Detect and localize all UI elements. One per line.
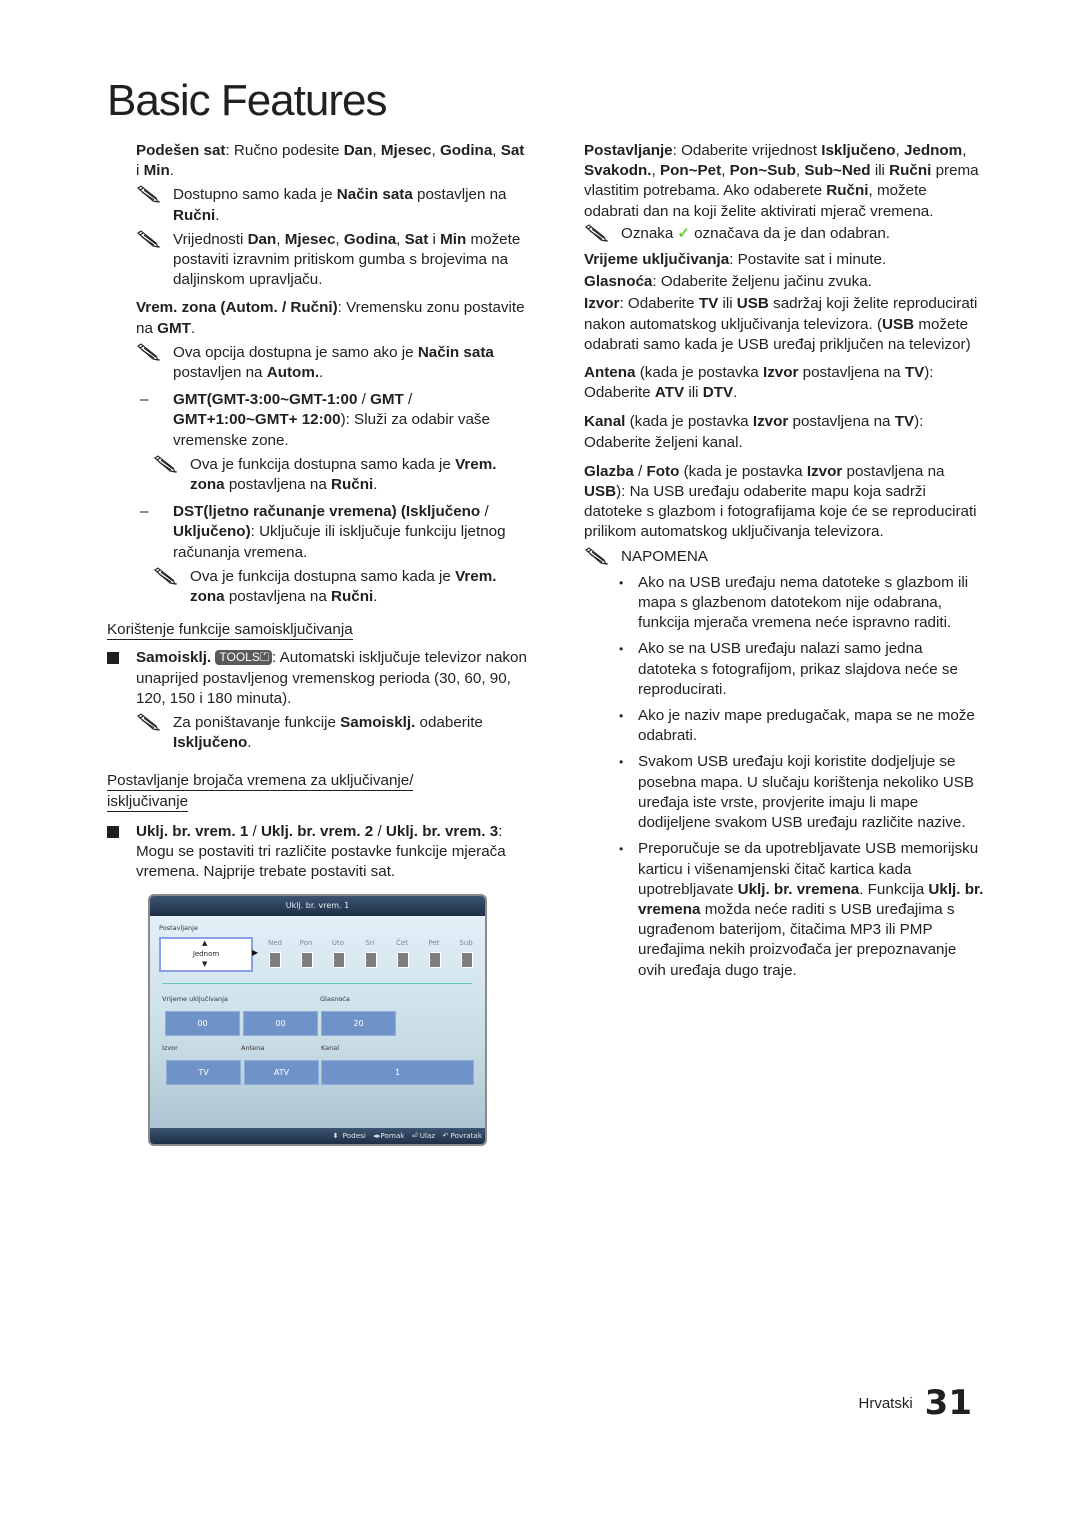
day-checkbox[interactable] <box>429 952 441 968</box>
page-title: Basic Features <box>107 76 387 125</box>
setup-spinner[interactable]: ▲ Jednom ▼ <box>159 937 253 972</box>
day-checkbox[interactable] <box>269 952 281 968</box>
note: Ova opcija dostupna je samo ako je Način… <box>107 343 527 383</box>
day-label: Uto <box>331 939 345 947</box>
screen-footer: ⬍ Podesi ◂▸Pomak ⏎ Ulaz ↶ Povratak <box>150 1128 485 1144</box>
section-heading-sleep-timer: Korištenje funkcije samoisključivanja <box>107 621 353 641</box>
bullet-icon: • <box>619 709 624 724</box>
minute-field[interactable]: 00 <box>243 1011 318 1036</box>
pencil-note-icon <box>153 567 179 585</box>
return-icon: ↶ <box>442 1131 449 1140</box>
note-list: • Ako na USB uređaju nema datoteke s glaz… <box>584 573 984 981</box>
antenna-label: Antena <box>241 1044 265 1052</box>
channel-field[interactable]: 1 <box>321 1060 474 1085</box>
volume-label: Glasnoća <box>320 995 350 1003</box>
paragraph-time-zone: Vrem. zona (Autom. / Ručni): Vremensku z… <box>136 299 525 337</box>
arrow-down-icon[interactable]: ▼ <box>202 960 207 968</box>
source-field[interactable]: TV <box>166 1060 241 1085</box>
pencil-note-icon <box>136 185 162 203</box>
sleep-timer-item: Samoisklj. TOOLS⏍: Automatski isključuje… <box>107 648 527 709</box>
screen-title: Uklj. br. vrem. 1 <box>150 896 485 916</box>
on-time-label: Vrijeme uključivanja <box>162 995 228 1003</box>
day-label: Ned <box>268 939 282 947</box>
left-column: Podešen sat: Ručno podesite Dan, Mjesec,… <box>107 141 527 883</box>
pencil-note-icon <box>136 713 162 731</box>
note-heading: NAPOMENA <box>584 547 984 567</box>
list-item: • Ako se na USB uređaju nalazi samo jedna… <box>619 640 958 698</box>
timer-settings-screen: Uklj. br. vrem. 1 Postavljanje ▲ Jednom … <box>148 894 487 1146</box>
day-checkbox[interactable] <box>397 952 409 968</box>
list-item: • Preporučuje se da upotrebljavate USB me… <box>619 840 984 979</box>
on-timer-item: Uklj. br. vrem. 1 / Uklj. br. vrem. 2 / … <box>107 822 527 883</box>
note: Vrijednosti Dan, Mjesec, Godina, Sat i M… <box>107 230 527 291</box>
note: Dostupno samo kada je Način sata postavl… <box>107 185 527 225</box>
paragraph-antenna: Antena (kada je postavka Izvor postavlje… <box>584 364 934 402</box>
note: Ova je funkcija dostupna samo kada je Vr… <box>107 567 527 607</box>
day-label: Pet <box>428 939 440 947</box>
bullet-icon: • <box>619 842 624 857</box>
day-label: Čet <box>396 939 408 947</box>
arrow-up-icon[interactable]: ▲ <box>202 939 207 947</box>
dash-item-dst: – DST(ljetno računanje vremena) (Isključ… <box>140 503 506 561</box>
list-item: • Ako na USB uređaju nema datoteke s glaz… <box>619 573 969 632</box>
antenna-field[interactable]: ATV <box>244 1060 319 1085</box>
note: Oznaka ✓ označava da je dan odabran. <box>584 224 984 244</box>
page-footer: Hrvatski 31 <box>859 1383 973 1423</box>
bullet-icon: • <box>619 755 624 770</box>
note: Ova je funkcija dostupna samo kada je Vr… <box>107 455 527 495</box>
bullet-icon: • <box>619 642 624 657</box>
day-checkbox[interactable] <box>461 952 473 968</box>
day-label: Sub <box>459 939 473 947</box>
pencil-note-icon <box>153 455 179 473</box>
page-number: 31 <box>924 1383 972 1423</box>
hour-field[interactable]: 00 <box>165 1011 240 1036</box>
pencil-note-icon <box>136 343 162 361</box>
source-label: Izvor <box>162 1044 178 1052</box>
paragraph-music-photo: Glazba / Foto (kada je postavka Izvor po… <box>584 462 977 541</box>
dash-item-gmt: – GMT(GMT-3:00~GMT-1:00 / GMT / GMT+1:00… <box>140 391 490 449</box>
updown-icon: ⬍ <box>332 1131 339 1140</box>
paragraph-volume: Glasnoća: Odaberite željenu jačinu zvuka… <box>584 273 872 291</box>
arrow-right-icon: ▶ <box>252 948 259 957</box>
setup-label: Postavljanje <box>159 924 198 932</box>
enter-icon: ⏎ <box>411 1131 418 1140</box>
tools-button-icon: TOOLS⏍ <box>215 650 272 666</box>
paragraph-clock-set: Podešen sat: Ručno podesite Dan, Mjesec,… <box>136 142 525 180</box>
paragraph-on-time: Vrijeme uključivanja: Postavite sat i mi… <box>584 251 887 269</box>
bullet-icon: • <box>619 575 624 590</box>
paragraph-source: Izvor: Odaberite TV ili USB sadržaj koji… <box>584 295 978 353</box>
list-item: • Ako je naziv mape predugačak, mapa se n… <box>619 707 975 745</box>
divider <box>162 983 472 984</box>
paragraph-channel: Kanal (kada je postavka Izvor postavljen… <box>584 413 924 451</box>
note: Za poništavanje funkcije Samoisklj. odab… <box>107 713 527 753</box>
right-column: Postavljanje: Odaberite vrijednost Isklj… <box>584 141 984 981</box>
day-label: Pon <box>299 939 313 947</box>
language-label: Hrvatski <box>858 1395 913 1412</box>
checkmark-icon: ✓ <box>677 224 691 242</box>
list-item: • Svakom USB uređaju koji koristite dodje… <box>619 753 974 832</box>
pencil-note-icon <box>136 230 162 248</box>
day-checkbox[interactable] <box>333 952 345 968</box>
section-heading-on-off-timer: Postavljanje brojača vremena za uključiv… <box>107 772 414 812</box>
channel-label: Kanal <box>321 1044 340 1052</box>
day-label: Sri <box>365 939 375 947</box>
pencil-note-icon <box>584 224 610 242</box>
day-checkbox[interactable] <box>365 952 377 968</box>
pencil-note-icon <box>584 547 610 565</box>
square-bullet-icon <box>107 825 119 838</box>
square-bullet-icon <box>107 652 119 665</box>
day-checkbox[interactable] <box>301 952 313 968</box>
volume-field[interactable]: 20 <box>321 1011 396 1036</box>
paragraph-setup: Postavljanje: Odaberite vrijednost Isklj… <box>584 142 979 220</box>
